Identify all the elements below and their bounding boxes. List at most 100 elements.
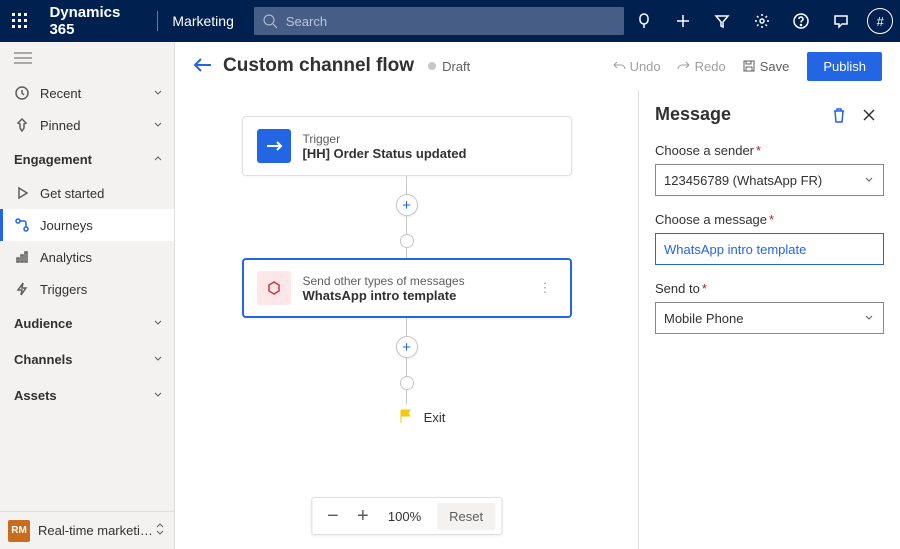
add-step-button[interactable]: + — [396, 194, 418, 216]
chevron-down-icon — [152, 118, 164, 133]
back-button[interactable] — [193, 58, 211, 75]
journey-canvas[interactable]: Trigger [HH] Order Status updated + Send… — [175, 90, 638, 549]
properties-panel: Message Choose a sender* 123456789 (What… — [638, 90, 900, 549]
exit-label: Exit — [424, 410, 446, 425]
assistant-button[interactable] — [624, 0, 663, 42]
app-area-label[interactable]: Marketing — [162, 13, 247, 29]
sidebar-item-get-started[interactable]: Get started — [0, 177, 174, 209]
delete-button[interactable] — [824, 107, 854, 123]
redo-label: Redo — [695, 59, 726, 74]
zoom-in-button[interactable]: + — [348, 501, 378, 531]
brand-label: Dynamics 365 — [39, 4, 153, 38]
chevron-down-icon — [152, 387, 164, 403]
clock-icon — [14, 85, 30, 101]
filter-button[interactable] — [703, 0, 742, 42]
junction-node — [400, 234, 414, 248]
chevron-up-icon — [152, 151, 164, 167]
area-badge: RM — [8, 520, 30, 542]
sidebar-label: Triggers — [40, 282, 164, 297]
save-label: Save — [760, 59, 790, 74]
publish-button[interactable]: Publish — [807, 52, 882, 81]
help-button[interactable] — [782, 0, 821, 42]
message-node-icon — [257, 271, 291, 305]
page-title: Custom channel flow — [223, 55, 414, 77]
zoom-reset-button[interactable]: Reset — [437, 503, 495, 530]
brand-separator — [157, 11, 158, 31]
undo-button[interactable]: Undo — [604, 59, 669, 74]
sidebar-group-label: Engagement — [14, 152, 152, 167]
chevron-down-icon — [863, 311, 875, 326]
message-select[interactable]: WhatsApp intro template — [655, 233, 884, 265]
zoom-value: 100% — [378, 509, 431, 524]
sendto-field: Send to* Mobile Phone — [655, 281, 884, 334]
message-label: Choose a message* — [655, 212, 884, 227]
flag-icon — [398, 408, 416, 426]
app-launcher-button[interactable] — [0, 0, 39, 42]
sidebar-group-audience[interactable]: Audience — [0, 305, 174, 341]
sender-value: 123456789 (WhatsApp FR) — [664, 173, 822, 188]
junction-node — [400, 376, 414, 390]
message-field: Choose a message* WhatsApp intro templat… — [655, 212, 884, 265]
close-panel-button[interactable] — [854, 108, 884, 122]
sidebar-group-label: Audience — [14, 316, 152, 331]
undo-label: Undo — [630, 59, 661, 74]
message-node-label: Send other types of messages — [303, 274, 535, 288]
search-icon — [262, 13, 278, 29]
avatar-icon: # — [867, 8, 893, 34]
sidebar-label-recent: Recent — [40, 86, 152, 101]
node-more-button[interactable]: ⋮ — [535, 280, 557, 296]
sidebar-label: Get started — [40, 186, 164, 201]
play-icon — [14, 185, 30, 201]
trigger-node[interactable]: Trigger [HH] Order Status updated — [242, 116, 572, 176]
chevron-down-icon — [152, 86, 164, 101]
sidebar-item-pinned[interactable]: Pinned — [0, 109, 174, 141]
trigger-node-label: Trigger — [303, 132, 557, 146]
sidebar-label: Journeys — [40, 218, 164, 233]
status-pill: Draft — [428, 59, 470, 74]
pin-icon — [14, 117, 30, 133]
redo-button[interactable]: Redo — [669, 59, 734, 74]
status-dot-icon — [428, 62, 436, 70]
sidebar-toggle-button[interactable] — [0, 42, 174, 77]
chevron-down-icon — [863, 173, 875, 188]
sidebar-item-analytics[interactable]: Analytics — [0, 241, 174, 273]
sendto-label: Send to* — [655, 281, 884, 296]
zoom-out-button[interactable]: − — [318, 501, 348, 531]
top-nav: Dynamics 365 Marketing # — [0, 0, 900, 42]
search-input[interactable] — [286, 14, 624, 29]
exit-node[interactable]: Exit — [368, 408, 446, 426]
message-node[interactable]: Send other types of messages WhatsApp in… — [242, 258, 572, 318]
message-node-title: WhatsApp intro template — [303, 288, 535, 303]
save-button[interactable]: Save — [734, 59, 798, 74]
status-label: Draft — [442, 59, 470, 74]
sendto-select[interactable]: Mobile Phone — [655, 302, 884, 334]
sidebar-label: Analytics — [40, 250, 164, 265]
sidebar: Recent Pinned Engagement Get started Jou… — [0, 42, 175, 549]
chevron-down-icon — [152, 351, 164, 367]
updown-icon — [154, 522, 166, 539]
journey-icon — [14, 217, 30, 233]
global-search[interactable] — [254, 7, 624, 35]
zoom-control: − + 100% Reset — [311, 497, 502, 535]
command-bar: Custom channel flow Draft Undo Redo Save… — [175, 42, 900, 90]
area-switcher[interactable]: RM Real-time marketi… — [0, 511, 174, 549]
settings-button[interactable] — [742, 0, 781, 42]
sidebar-group-engagement[interactable]: Engagement — [0, 141, 174, 177]
sidebar-item-recent[interactable]: Recent — [0, 77, 174, 109]
account-button[interactable]: # — [861, 0, 900, 42]
messenger-button[interactable] — [821, 0, 860, 42]
sidebar-group-assets[interactable]: Assets — [0, 377, 174, 413]
sidebar-group-channels[interactable]: Channels — [0, 341, 174, 377]
properties-title: Message — [655, 104, 824, 125]
add-step-button[interactable]: + — [396, 336, 418, 358]
trigger-node-icon — [257, 129, 291, 163]
sender-field: Choose a sender* 123456789 (WhatsApp FR) — [655, 143, 884, 196]
sender-select[interactable]: 123456789 (WhatsApp FR) — [655, 164, 884, 196]
area-name: Real-time marketi… — [38, 523, 154, 538]
sender-label: Choose a sender* — [655, 143, 884, 158]
new-button[interactable] — [663, 0, 702, 42]
canvas-column: Custom channel flow Draft Undo Redo Save… — [175, 42, 900, 549]
sidebar-item-journeys[interactable]: Journeys — [0, 209, 174, 241]
sidebar-item-triggers[interactable]: Triggers — [0, 273, 174, 305]
sendto-value: Mobile Phone — [664, 311, 744, 326]
